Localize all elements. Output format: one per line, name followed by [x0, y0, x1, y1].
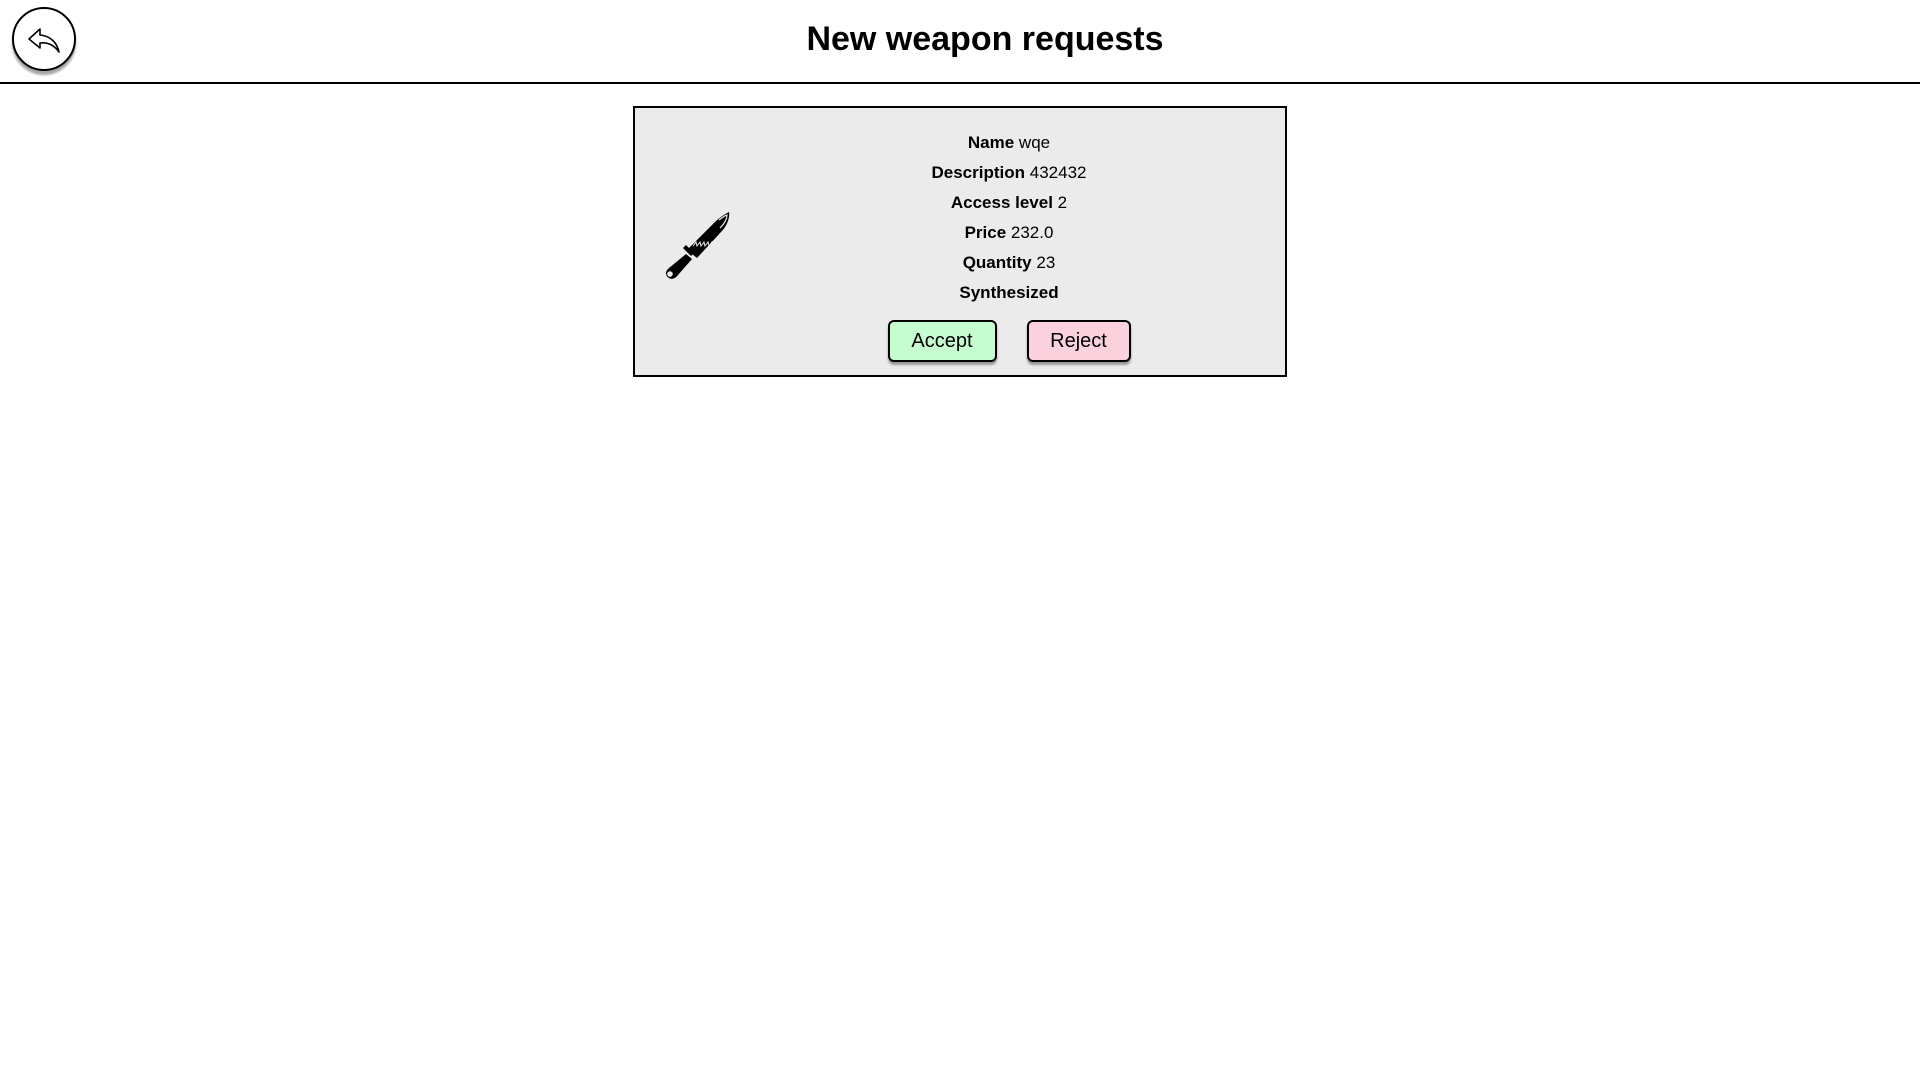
price-row: Price 232.0	[733, 218, 1285, 248]
name-row: Name wqe	[733, 128, 1285, 158]
synthesized-label: Synthesized	[959, 283, 1059, 302]
access-level-value: 2	[1057, 193, 1068, 212]
reject-button[interactable]: Reject	[1026, 320, 1131, 362]
quantity-value: 23	[1036, 253, 1056, 272]
access-level-label: Access level	[950, 193, 1053, 212]
request-details: Name wqe Description 432432 Access level…	[635, 128, 1285, 308]
accept-button[interactable]: Accept	[887, 320, 997, 362]
price-label: Price	[964, 223, 1007, 242]
name-label: Name	[967, 133, 1015, 152]
price-value: 232.0	[1010, 223, 1054, 242]
quantity-row: Quantity 23	[733, 248, 1285, 278]
access-level-row: Access level 2	[733, 188, 1285, 218]
description-label: Description	[931, 163, 1026, 182]
page-header: New weapon requests	[0, 0, 1920, 84]
page-title: New weapon requests	[806, 20, 1164, 58]
request-actions: Accept Reject	[635, 320, 1285, 362]
description-row: Description 432432	[733, 158, 1285, 188]
quantity-label: Quantity	[962, 253, 1032, 272]
description-value: 432432	[1029, 163, 1087, 182]
synthesized-row: Synthesized	[733, 278, 1285, 308]
name-value: wqe	[1018, 133, 1051, 152]
weapon-request-card: Name wqe Description 432432 Access level…	[633, 106, 1287, 377]
